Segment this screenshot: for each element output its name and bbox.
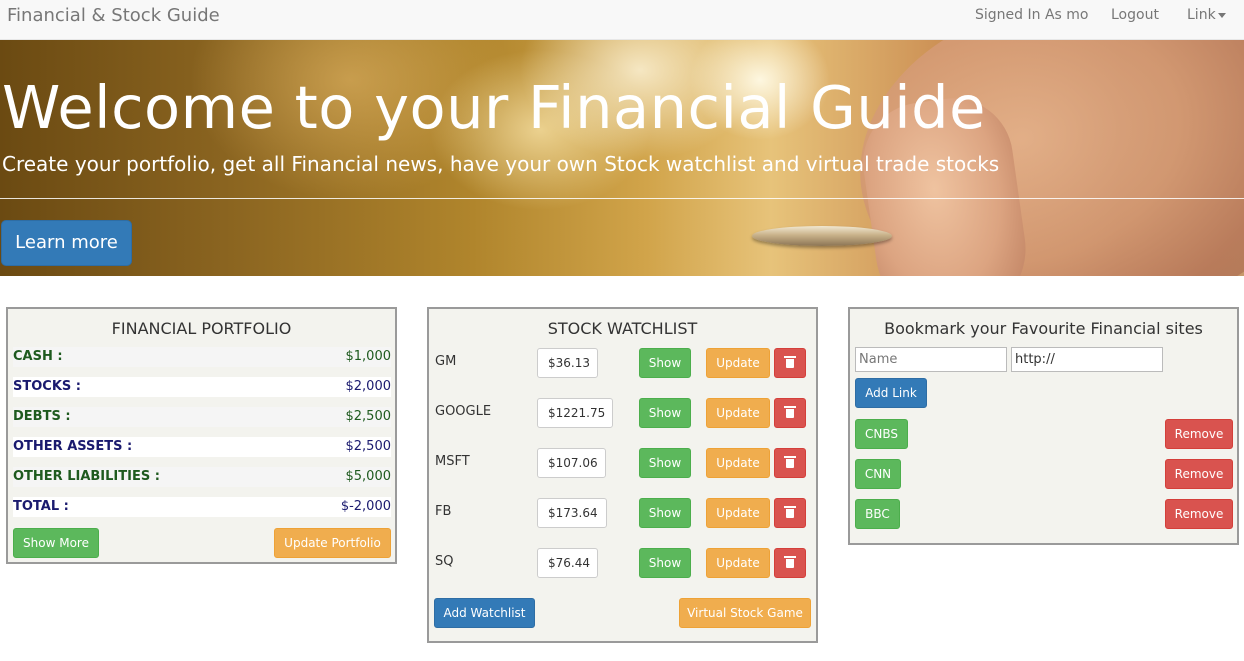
bookmark-remove-button[interactable]: Remove bbox=[1165, 499, 1233, 529]
watchlist-show-button[interactable]: Show bbox=[639, 348, 691, 378]
portfolio-row-debts: DEBTS : $2,500 bbox=[13, 407, 391, 427]
signed-in-label[interactable]: Signed In As mo bbox=[975, 7, 1088, 23]
hero-coin-image bbox=[752, 226, 892, 246]
portfolio-row-value: $2,500 bbox=[345, 439, 392, 454]
bookmark-link-button[interactable]: BBC bbox=[855, 499, 900, 529]
watchlist-update-button[interactable]: Update bbox=[706, 448, 770, 478]
bookmark-remove-button[interactable]: Remove bbox=[1165, 419, 1233, 449]
trash-icon bbox=[784, 406, 796, 418]
portfolio-row-label: OTHER ASSETS : bbox=[13, 439, 133, 454]
watchlist-update-button[interactable]: Update bbox=[706, 398, 770, 428]
hero-jumbotron: Welcome to your Financial Guide Create y… bbox=[0, 40, 1244, 276]
portfolio-row-value: $2,000 bbox=[345, 379, 392, 394]
bookmarks-panel: Bookmark your Favourite Financial sites … bbox=[848, 307, 1239, 545]
watchlist-update-button[interactable]: Update bbox=[706, 348, 770, 378]
portfolio-panel: FINANCIAL PORTFOLIO CASH : $1,000 STOCKS… bbox=[6, 307, 397, 564]
bookmark-url-input[interactable]: http:// bbox=[1011, 347, 1163, 372]
bookmark-remove-button[interactable]: Remove bbox=[1165, 459, 1233, 489]
watchlist-panel: STOCK WATCHLIST GM $36.13 Show Update GO… bbox=[427, 307, 818, 643]
watchlist-price-field[interactable]: $107.06 bbox=[537, 448, 606, 478]
watchlist-symbol: SQ bbox=[435, 554, 454, 569]
watchlist-symbol: GM bbox=[435, 354, 457, 369]
show-more-button[interactable]: Show More bbox=[13, 528, 99, 558]
add-watchlist-button[interactable]: Add Watchlist bbox=[434, 598, 535, 628]
brand-link[interactable]: Financial & Stock Guide bbox=[7, 5, 220, 26]
bookmark-link-button[interactable]: CNBS bbox=[855, 419, 908, 449]
bookmark-link-button[interactable]: CNN bbox=[855, 459, 901, 489]
hero-subtitle: Create your portfolio, get all Financial… bbox=[2, 152, 1000, 176]
trash-icon bbox=[784, 556, 796, 568]
portfolio-row-stocks: STOCKS : $2,000 bbox=[13, 377, 391, 397]
watchlist-symbol: MSFT bbox=[435, 454, 470, 469]
learn-more-button[interactable]: Learn more bbox=[1, 220, 132, 266]
virtual-stock-game-button[interactable]: Virtual Stock Game bbox=[679, 598, 811, 628]
portfolio-row-other-liabilities: OTHER LIABILITIES : $5,000 bbox=[13, 467, 391, 487]
hero-divider bbox=[0, 198, 1244, 199]
portfolio-row-label: CASH : bbox=[13, 349, 63, 364]
bookmarks-title: Bookmark your Favourite Financial sites bbox=[884, 319, 1203, 338]
watchlist-delete-button[interactable] bbox=[774, 448, 806, 478]
bookmark-name-input[interactable]: Name bbox=[855, 347, 1007, 372]
watchlist-show-button[interactable]: Show bbox=[639, 498, 691, 528]
watchlist-delete-button[interactable] bbox=[774, 548, 806, 578]
watchlist-delete-button[interactable] bbox=[774, 498, 806, 528]
watchlist-price-field[interactable]: $76.44 bbox=[537, 548, 598, 578]
portfolio-row-label: DEBTS : bbox=[13, 409, 71, 424]
watchlist-show-button[interactable]: Show bbox=[639, 548, 691, 578]
logout-link[interactable]: Logout bbox=[1111, 7, 1159, 23]
portfolio-row-value: $1,000 bbox=[345, 349, 392, 364]
watchlist-delete-button[interactable] bbox=[774, 398, 806, 428]
watchlist-show-button[interactable]: Show bbox=[639, 398, 691, 428]
caret-down-icon bbox=[1217, 12, 1226, 18]
trash-icon bbox=[784, 356, 796, 368]
watchlist-symbol: FB bbox=[435, 504, 452, 519]
watchlist-price-field[interactable]: $173.64 bbox=[537, 498, 607, 528]
watchlist-symbol: GOOGLE bbox=[435, 404, 492, 419]
navbar: Financial & Stock Guide Signed In As mo … bbox=[0, 0, 1244, 40]
portfolio-row-value: $-2,000 bbox=[340, 499, 391, 514]
portfolio-title: FINANCIAL PORTFOLIO bbox=[111, 319, 292, 338]
portfolio-row-value: $2,500 bbox=[345, 409, 392, 424]
watchlist-show-button[interactable]: Show bbox=[639, 448, 691, 478]
add-link-button[interactable]: Add Link bbox=[855, 378, 927, 408]
portfolio-row-label: TOTAL : bbox=[13, 499, 69, 514]
watchlist-update-button[interactable]: Update bbox=[706, 548, 770, 578]
link-dropdown-label: Link bbox=[1187, 7, 1216, 23]
hero-title: Welcome to your Financial Guide bbox=[2, 73, 986, 142]
watchlist-price-field[interactable]: $1221.75 bbox=[537, 398, 613, 428]
watchlist-title: STOCK WATCHLIST bbox=[547, 319, 698, 338]
portfolio-row-label: OTHER LIABILITIES : bbox=[13, 469, 160, 484]
watchlist-price-field[interactable]: $36.13 bbox=[537, 348, 598, 378]
portfolio-row-label: STOCKS : bbox=[13, 379, 81, 394]
portfolio-row-cash: CASH : $1,000 bbox=[13, 347, 391, 367]
link-dropdown[interactable]: Link bbox=[1187, 7, 1226, 23]
portfolio-row-value: $5,000 bbox=[345, 469, 392, 484]
portfolio-row-other-assets: OTHER ASSETS : $2,500 bbox=[13, 437, 391, 457]
trash-icon bbox=[784, 506, 796, 518]
trash-icon bbox=[784, 456, 796, 468]
portfolio-row-total: TOTAL : $-2,000 bbox=[13, 497, 391, 517]
update-portfolio-button[interactable]: Update Portfolio bbox=[274, 528, 391, 558]
watchlist-delete-button[interactable] bbox=[774, 348, 806, 378]
watchlist-update-button[interactable]: Update bbox=[706, 498, 770, 528]
